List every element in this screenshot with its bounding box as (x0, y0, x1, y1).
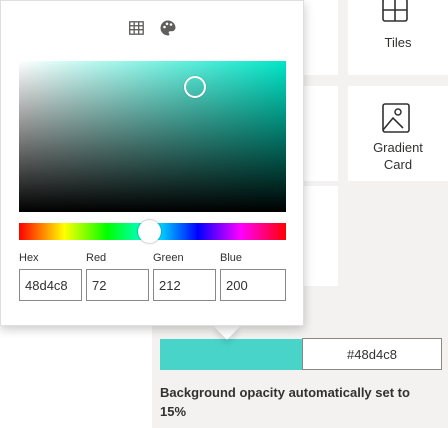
color-picker-popup: Hex Red Green Blue (0, 0, 304, 326)
tiles-icon (382, 0, 408, 22)
blue-input[interactable] (220, 269, 286, 301)
color-swatch-button[interactable] (160, 339, 303, 370)
hex-color-field[interactable] (302, 338, 442, 370)
red-label: Red (86, 252, 107, 264)
layout-tile-gradient-card[interactable]: Gradient Card (348, 86, 448, 181)
opacity-note: Background opacity automatically set to … (160, 385, 410, 419)
layout-tile-gradient-card-label-2: Card (383, 157, 413, 172)
hue-slider-handle[interactable] (138, 220, 161, 243)
layout-tile-tiles[interactable]: Tiles (348, 0, 448, 75)
table-icon[interactable] (128, 19, 146, 37)
gradient-card-icon (382, 103, 410, 133)
blue-label: Blue (220, 252, 243, 264)
saturation-value-handle[interactable] (184, 76, 206, 98)
red-input[interactable] (86, 269, 149, 301)
saturation-value-area[interactable] (19, 61, 286, 212)
hex-input[interactable] (19, 269, 82, 301)
layout-tile-tiles-label: Tiles (384, 35, 412, 50)
layout-tile-gradient-card-label-1: Gradient (373, 140, 423, 155)
green-label: Green (153, 252, 184, 264)
green-input[interactable] (153, 269, 216, 301)
palette-icon[interactable] (159, 19, 177, 37)
hex-label: Hex (19, 252, 39, 264)
